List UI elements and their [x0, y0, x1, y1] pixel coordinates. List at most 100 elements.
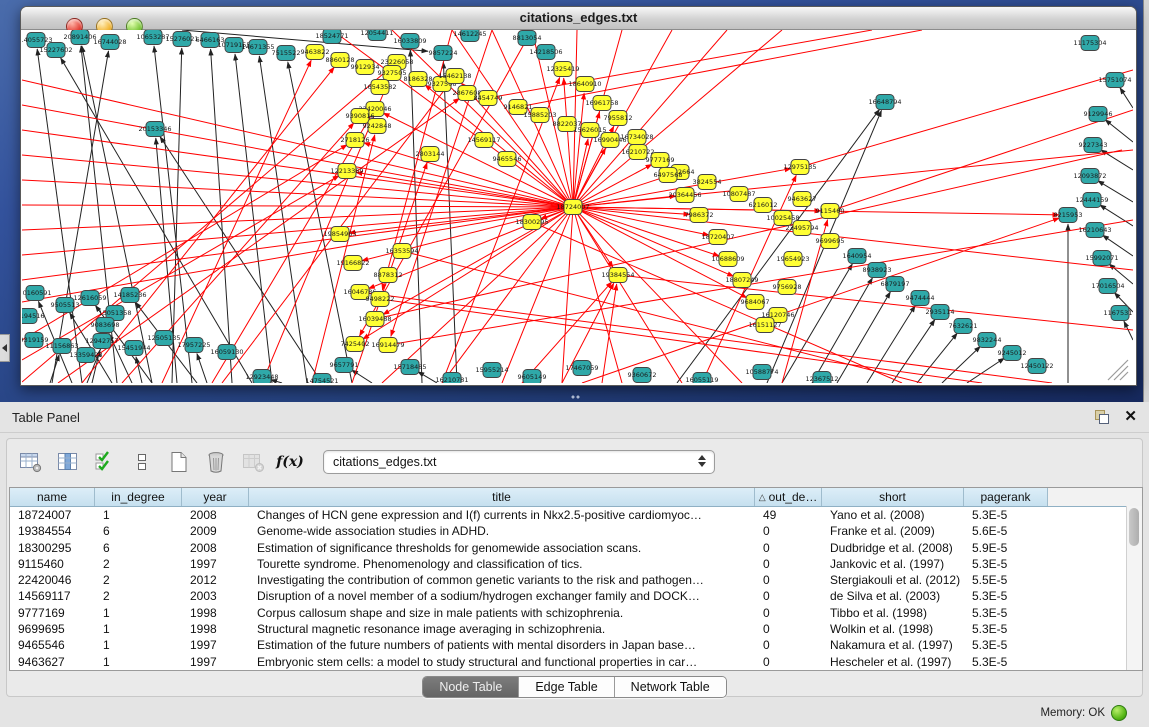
edge-black[interactable] — [50, 355, 59, 383]
graph-node-teal[interactable]: 9857224 — [429, 46, 458, 61]
graph-node-teal[interactable]: 16648794 — [868, 95, 901, 110]
graph-node-teal[interactable]: 16055119 — [685, 373, 718, 384]
edge-red[interactable] — [22, 207, 573, 255]
edge-red[interactable] — [82, 67, 334, 383]
edge-red[interactable] — [800, 70, 1133, 167]
graph-node-teal[interactable]: 9227343 — [1079, 138, 1108, 153]
graph-node-teal[interactable]: 20153346 — [138, 122, 171, 137]
graph-node-teal[interactable]: 2935114 — [926, 305, 955, 320]
edge-black[interactable] — [37, 49, 82, 383]
edge-black[interactable] — [197, 354, 207, 383]
table-row[interactable]: 946362711997Embryonic stem cells: a mode… — [10, 654, 1142, 670]
graph-node-teal[interactable]: 7515522 — [272, 46, 301, 61]
graph-node-teal[interactable]: 8813054 — [513, 31, 542, 46]
graph-node-teal[interactable]: 12367512 — [805, 372, 838, 384]
table-selector-combo[interactable]: citations_edges.txt — [323, 450, 715, 474]
graph-node-yellow[interactable]: 10688609 — [711, 252, 744, 267]
edge-black[interactable] — [917, 333, 957, 383]
edge-red[interactable] — [562, 207, 573, 383]
graph-node-teal[interactable]: 7632621 — [949, 319, 978, 334]
table-row[interactable]: 977716911998Corpus callosum shape and si… — [10, 605, 1142, 621]
graph-node-yellow[interactable]: 8878312 — [374, 268, 403, 283]
graph-node-teal[interactable]: 11675311 — [1103, 306, 1133, 321]
graph-node-teal[interactable]: 9129946 — [1084, 107, 1113, 122]
edge-red[interactable] — [22, 205, 573, 207]
table-row[interactable]: 946554611997Estimation of the future num… — [10, 637, 1142, 653]
graph-node-teal[interactable]: 15955214 — [475, 363, 508, 378]
column-header-pagerank[interactable]: pagerank — [964, 488, 1048, 506]
canvas-resize-grip[interactable] — [1114, 366, 1128, 380]
graph-node-teal[interactable]: 9605149 — [518, 370, 547, 384]
graph-node-teal[interactable]: 16059130 — [210, 345, 243, 360]
edge-red[interactable] — [573, 207, 682, 383]
row-height-button[interactable] — [130, 450, 154, 474]
edge-red[interactable] — [382, 207, 573, 383]
edge-black[interactable] — [136, 357, 142, 383]
graph-node-teal[interactable]: 15751074 — [1098, 73, 1131, 88]
graph-node-yellow[interactable]: 16543582 — [363, 80, 396, 95]
column-header-short[interactable]: short — [822, 488, 964, 506]
graph-node-teal[interactable]: 12093872 — [1073, 169, 1106, 184]
network-window[interactable]: citations_edges.txt 14055723208914061522… — [20, 6, 1137, 386]
edge-red[interactable] — [532, 222, 902, 383]
tab-edge-table[interactable]: Edge Table — [519, 677, 614, 697]
edge-red[interactable] — [22, 207, 573, 230]
column-header-title[interactable]: title — [249, 488, 755, 506]
graph-node-yellow[interactable]: 9463627 — [788, 192, 817, 207]
edge-black[interactable] — [812, 278, 873, 383]
edge-red[interactable] — [488, 30, 872, 98]
tab-node-table[interactable]: Node Table — [423, 677, 519, 697]
graph-node-teal[interactable]: 16744028 — [93, 35, 126, 50]
edge-red[interactable] — [375, 150, 1122, 319]
column-header-year[interactable]: year — [182, 488, 249, 506]
graph-node-yellow[interactable]: 18720407 — [701, 230, 734, 245]
table-row[interactable]: 969969511998Structural magnetic resonanc… — [10, 621, 1142, 637]
graph-node-teal[interactable]: 12923448 — [245, 370, 278, 384]
splitter-grip[interactable] — [570, 394, 580, 400]
column-header-out_de[interactable]: △out_de… — [755, 488, 822, 506]
graph-node-yellow[interactable]: 9115460 — [816, 204, 845, 219]
graph-node-teal[interactable]: 15276021 — [165, 32, 198, 47]
graph-node-yellow[interactable]: 16353594 — [385, 244, 418, 259]
network-window-titlebar[interactable]: citations_edges.txt — [21, 7, 1136, 30]
column-select-button[interactable] — [56, 450, 80, 474]
graph-node-yellow[interactable]: 9465546 — [493, 152, 522, 167]
edge-red[interactable] — [502, 207, 573, 383]
table-row[interactable]: 1456911722003Disruption of a novel membe… — [10, 588, 1142, 604]
function-builder-button[interactable]: f(x) — [278, 450, 302, 474]
edge-black[interactable] — [1120, 88, 1133, 108]
graph-node-teal[interactable]: 11175304 — [1073, 36, 1106, 51]
edge-black[interactable] — [967, 358, 1005, 383]
graph-node-teal[interactable]: 9657791 — [330, 358, 359, 373]
graph-node-teal[interactable]: 1640954 — [843, 249, 872, 264]
graph-node-yellow[interactable]: 16914479 — [371, 338, 404, 353]
table-row[interactable]: 1938455462009Genome-wide association stu… — [10, 523, 1142, 539]
graph-node-yellow[interactable]: 19654923 — [776, 252, 809, 267]
graph-node-teal[interactable]: 15194516 — [22, 309, 45, 324]
graph-node-teal[interactable]: 9832244 — [973, 333, 1002, 348]
edge-red[interactable] — [383, 113, 573, 207]
close-panel-icon[interactable]: ✕ — [1124, 407, 1137, 425]
edge-black[interactable] — [677, 109, 880, 383]
graph-node-yellow[interactable]: 7955812 — [604, 111, 633, 126]
graph-node-teal[interactable]: 14218506 — [529, 45, 562, 60]
graph-node-teal[interactable]: 20160591 — [22, 286, 52, 301]
graph-node-yellow[interactable]: 19384554 — [601, 268, 634, 283]
graph-node-teal[interactable]: 17467059 — [565, 361, 598, 376]
graph-node-teal[interactable]: 12444159 — [1075, 193, 1108, 208]
network-canvas[interactable]: 1405572320891406152276021674402810653287… — [22, 30, 1133, 383]
graph-node-teal[interactable]: 12450122 — [1020, 359, 1053, 374]
graph-node-teal[interactable]: 20891406 — [63, 30, 96, 45]
canvas-resize-grip[interactable] — [1108, 360, 1128, 380]
edge-red[interactable] — [602, 284, 617, 383]
table-row[interactable]: 1830029562008Estimation of significance … — [10, 540, 1142, 556]
graph-node-yellow[interactable]: 16961758 — [585, 96, 618, 111]
graph-node-teal[interactable]: 9360672 — [628, 368, 657, 383]
edge-red[interactable] — [22, 207, 573, 280]
column-header-in_degree[interactable]: in_degree — [95, 488, 182, 506]
panel-collapse-handle[interactable] — [0, 334, 10, 362]
graph-node-teal[interactable]: 15992071 — [1085, 251, 1118, 266]
edge-black[interactable] — [1124, 321, 1133, 340]
column-header-name[interactable]: name — [10, 488, 95, 506]
edge-red[interactable] — [22, 207, 573, 302]
